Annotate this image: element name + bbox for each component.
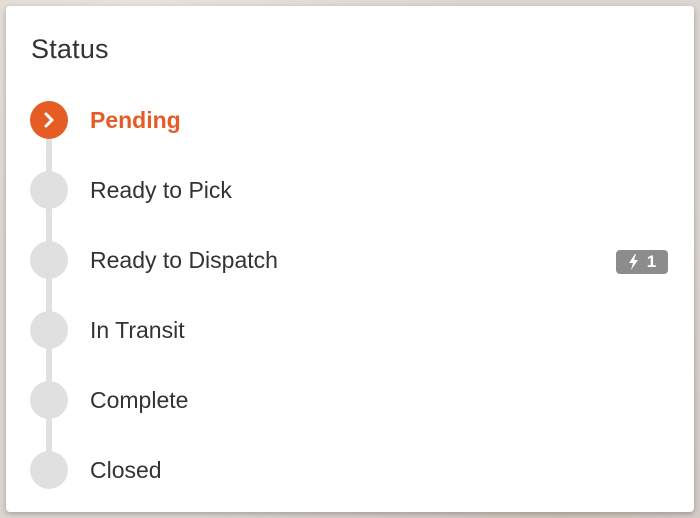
status-panel: Status Pending Ready to Pick Ready to Di…	[6, 6, 694, 512]
panel-title: Status	[31, 34, 109, 64]
step-label: Closed	[90, 457, 162, 483]
lightning-bolt-icon	[628, 254, 638, 270]
step-ready-to-pick[interactable]: Ready to Pick	[30, 171, 670, 211]
step-pending[interactable]: Pending	[30, 101, 670, 141]
step-in-transit[interactable]: In Transit	[30, 311, 670, 351]
step-indicator	[30, 381, 68, 419]
step-ready-to-dispatch[interactable]: Ready to Dispatch 1	[30, 241, 670, 281]
step-label: Complete	[90, 387, 189, 413]
status-stepper: Pending Ready to Pick Ready to Dispatch …	[30, 101, 670, 501]
step-label: In Transit	[90, 317, 185, 343]
count-badge: 1	[616, 250, 668, 274]
step-label: Pending	[90, 107, 181, 133]
step-indicator	[30, 451, 68, 489]
step-closed[interactable]: Closed	[30, 451, 670, 491]
step-complete[interactable]: Complete	[30, 381, 670, 421]
step-indicator	[30, 171, 68, 209]
step-label: Ready to Dispatch	[90, 247, 278, 273]
step-indicator	[30, 311, 68, 349]
step-indicator	[30, 241, 68, 279]
step-label: Ready to Pick	[90, 177, 232, 203]
chevron-right-icon	[44, 112, 54, 128]
step-indicator	[30, 101, 68, 139]
badge-count: 1	[646, 252, 657, 271]
